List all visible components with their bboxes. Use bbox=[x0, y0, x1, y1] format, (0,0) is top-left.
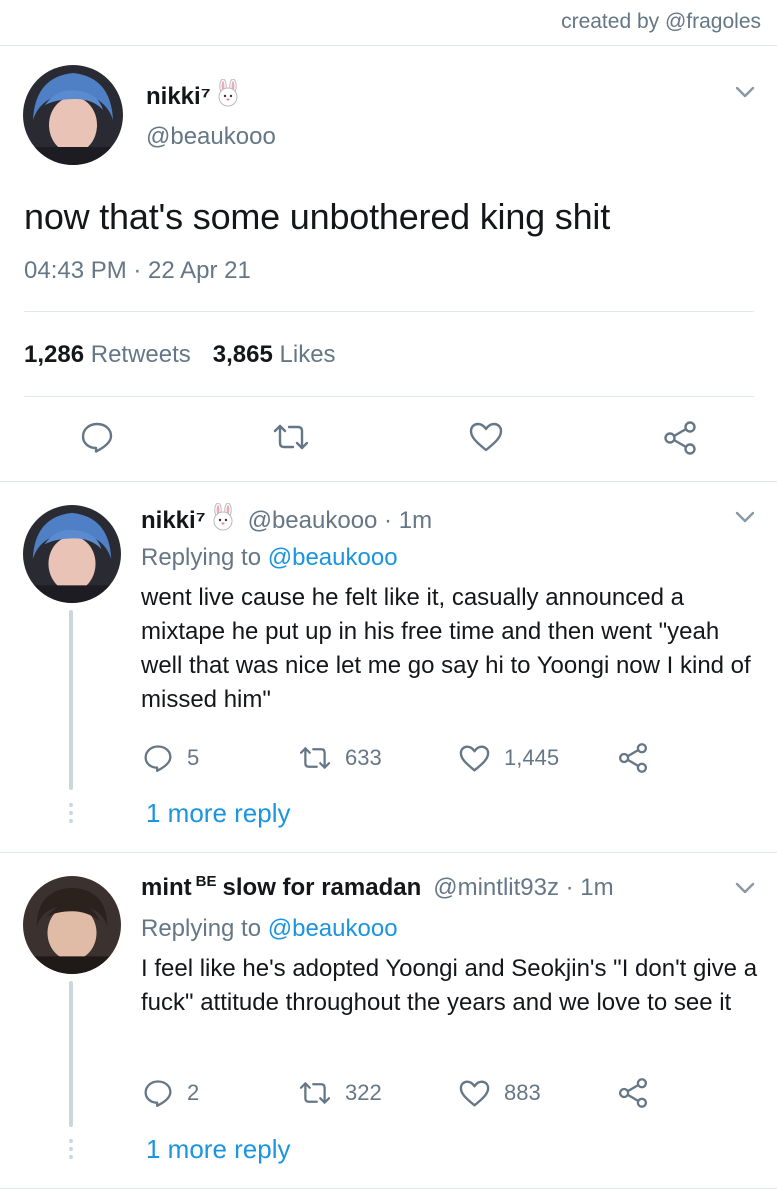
like-count: 1,445 bbox=[504, 745, 560, 770]
reply-icon[interactable] bbox=[143, 743, 173, 778]
more-replies-link[interactable]: 1 more reply bbox=[146, 798, 291, 829]
handle[interactable]: @beaukooo bbox=[146, 123, 276, 151]
credit-text: created by @fragoles bbox=[561, 10, 761, 33]
thread-dots bbox=[69, 803, 73, 827]
more-replies-link[interactable]: 1 more reply bbox=[146, 1134, 291, 1165]
avatar[interactable] bbox=[23, 876, 121, 974]
likes-stat[interactable]: 3,865 Likes bbox=[213, 341, 336, 369]
like-icon[interactable] bbox=[458, 744, 491, 778]
thread-dots bbox=[69, 1139, 73, 1163]
retweet-icon[interactable] bbox=[271, 421, 311, 458]
replying-to-link[interactable]: @beaukooo bbox=[268, 544, 398, 571]
chevron-down-icon[interactable] bbox=[735, 881, 755, 900]
reply-text: I feel like he's adopted Yoongi and Seok… bbox=[141, 955, 758, 1016]
reply-icon[interactable] bbox=[80, 420, 114, 459]
reply-text: went live cause he felt like it, casuall… bbox=[141, 584, 751, 713]
divider bbox=[24, 311, 754, 312]
replying-to: Replying to @beaukooo bbox=[141, 544, 398, 571]
retweet-count: 633 bbox=[345, 745, 382, 770]
avatar[interactable] bbox=[23, 65, 123, 165]
chevron-down-icon[interactable] bbox=[735, 85, 755, 104]
display-name[interactable]: mint BE slow for ramadan bbox=[141, 873, 421, 902]
avatar[interactable] bbox=[23, 505, 121, 603]
rabbit-face-icon bbox=[210, 502, 236, 538]
thread-line bbox=[69, 981, 73, 1127]
replying-to: Replying to @beaukooo bbox=[141, 915, 398, 942]
divider bbox=[24, 396, 754, 397]
replying-to-link[interactable]: @beaukooo bbox=[268, 915, 398, 942]
tweet-text: now that's some unbothered king shit bbox=[24, 196, 611, 237]
retweets-stat[interactable]: 1,286 Retweets bbox=[24, 341, 191, 369]
display-name[interactable]: nikki⁷ bbox=[141, 502, 236, 538]
divider bbox=[0, 1188, 777, 1189]
divider bbox=[0, 45, 777, 46]
tweet-stats: 1,286 Retweets 3,865 Likes bbox=[24, 341, 336, 369]
chevron-down-icon[interactable] bbox=[735, 510, 755, 529]
thread-line bbox=[69, 610, 73, 790]
share-icon[interactable] bbox=[617, 742, 649, 779]
share-icon[interactable] bbox=[617, 1077, 649, 1114]
reply-header: mint BE slow for ramadan @mintlit93z · 1m bbox=[141, 873, 614, 902]
reply-count: 5 bbox=[187, 745, 200, 770]
tweet-timestamp[interactable]: 04:43 PM · 22 Apr 21 bbox=[24, 257, 251, 285]
divider bbox=[0, 481, 777, 482]
handle-and-time[interactable]: @beaukooo · 1m bbox=[248, 507, 432, 535]
retweet-icon[interactable] bbox=[297, 1079, 333, 1112]
reply-header: nikki⁷ @beaukooo · 1m bbox=[141, 502, 432, 538]
display-name[interactable]: nikki⁷ bbox=[146, 78, 241, 114]
retweet-count: 322 bbox=[345, 1080, 382, 1105]
reply-count: 2 bbox=[187, 1080, 200, 1105]
rabbit-face-icon bbox=[215, 78, 241, 114]
handle-and-time[interactable]: @mintlit93z · 1m bbox=[433, 874, 613, 902]
like-icon[interactable] bbox=[468, 421, 504, 458]
retweet-icon[interactable] bbox=[297, 744, 333, 777]
like-count: 883 bbox=[504, 1080, 541, 1105]
divider bbox=[0, 852, 777, 853]
like-icon[interactable] bbox=[458, 1079, 491, 1113]
reply-icon[interactable] bbox=[143, 1078, 173, 1113]
share-icon[interactable] bbox=[662, 420, 698, 461]
